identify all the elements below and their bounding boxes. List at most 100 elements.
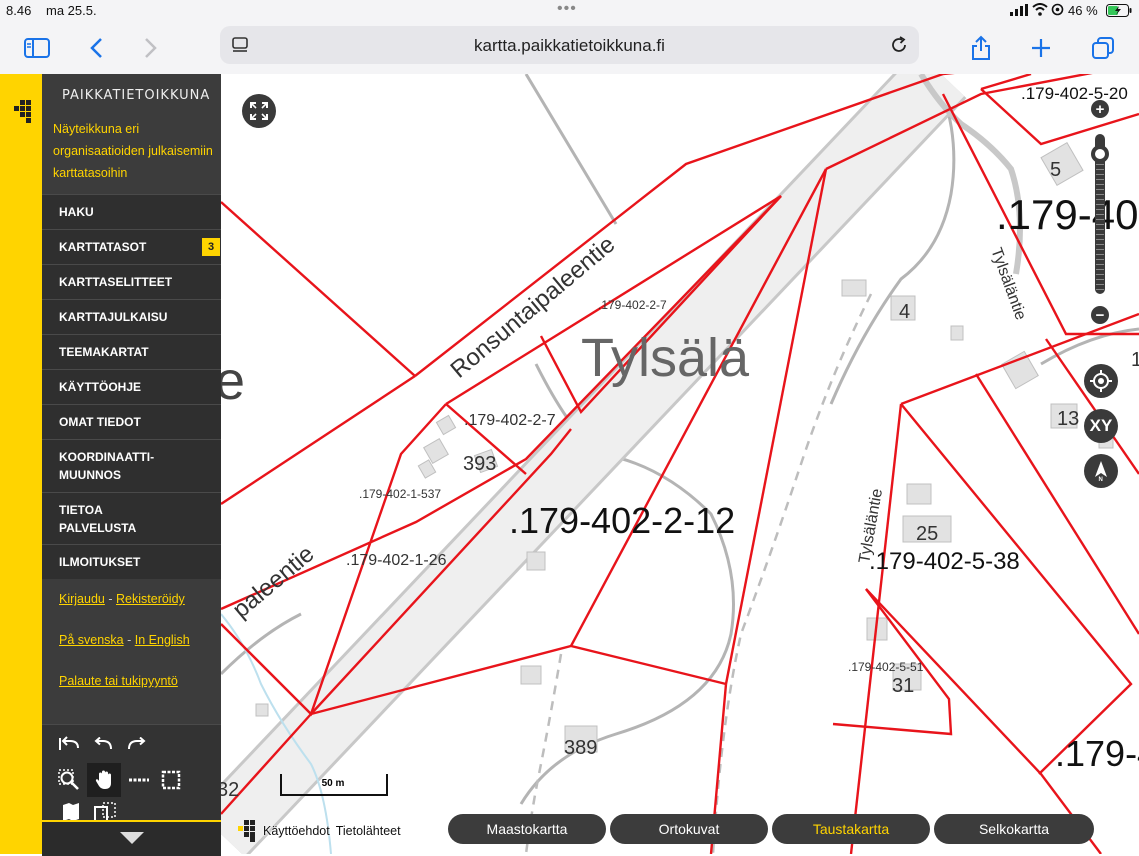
north-arrow-icon: N bbox=[1095, 461, 1107, 482]
url-text: kartta.paikkatietoikkuna.fi bbox=[474, 36, 665, 55]
parcel-id: .179-402-2-7 bbox=[598, 298, 667, 312]
parcel-id: .179-402-5-51 bbox=[848, 660, 924, 674]
wifi-icon bbox=[1032, 3, 1048, 19]
zoom-in-icon[interactable]: + bbox=[1091, 100, 1109, 118]
auth-links: Kirjaudu - Rekisteröidy bbox=[59, 592, 185, 606]
building bbox=[1001, 350, 1039, 390]
status-time: 8.46 bbox=[6, 3, 32, 18]
building bbox=[1040, 141, 1084, 187]
parcel-id: .179-402-1-537 bbox=[359, 487, 441, 501]
menu-label: KÄYTTÖOHJE bbox=[59, 380, 142, 394]
browser-toolbar: kartta.paikkatietoikkuna.fi bbox=[0, 22, 1139, 75]
building bbox=[950, 325, 964, 341]
undo-icon[interactable] bbox=[88, 729, 118, 759]
menu-item-teemakartat[interactable]: TEEMAKARTAT bbox=[42, 334, 221, 369]
parcel-id: .179-402-2-12 bbox=[509, 500, 735, 541]
signal-icon bbox=[1010, 4, 1028, 19]
address-bar[interactable]: kartta.paikkatietoikkuna.fi bbox=[220, 26, 919, 64]
map-view[interactable]: Ronsuntaipaleentie paleentie Tylsäläntie… bbox=[221, 74, 1139, 854]
basemap-taustakartta-button[interactable]: Taustakartta bbox=[772, 814, 930, 844]
sidebar: PAIKKATIETOIKKUNA Näyteikkuna eri organi… bbox=[42, 74, 221, 856]
coordinate-tool-button[interactable]: XY bbox=[1084, 409, 1118, 443]
house-number: 4 bbox=[899, 301, 910, 323]
zoom-slider[interactable]: + − bbox=[1088, 100, 1112, 330]
label-fragment: e bbox=[221, 351, 245, 411]
swedish-link[interactable]: På svenska bbox=[59, 633, 124, 647]
building bbox=[435, 414, 457, 436]
menu-item-kayttoohje[interactable]: KÄYTTÖOHJE bbox=[42, 369, 221, 404]
logo-icon bbox=[10, 100, 34, 131]
basemap-ortokuvat-button[interactable]: Ortokuvat bbox=[610, 814, 768, 844]
link-separator: - bbox=[127, 633, 132, 647]
app-title: PAIKKATIETOIKKUNA bbox=[62, 88, 211, 103]
zoom-handle[interactable] bbox=[1091, 145, 1109, 164]
house-number: 32 bbox=[221, 779, 239, 801]
fullscreen-button[interactable] bbox=[242, 94, 276, 128]
zoom-box-icon[interactable] bbox=[54, 765, 84, 795]
measure-area-icon[interactable] bbox=[156, 765, 186, 795]
building bbox=[255, 703, 269, 717]
sidebar-collapse[interactable] bbox=[42, 820, 221, 856]
terms-link[interactable]: Käyttöehdot bbox=[263, 824, 330, 838]
menu-label: TEEMAKARTAT bbox=[59, 345, 149, 359]
menu-label: KOORDINAATTI- MUUNNOS bbox=[59, 450, 155, 482]
menu-item-karttaselitteet[interactable]: KARTTASELITTEET bbox=[42, 264, 221, 299]
house-number: 25 bbox=[916, 523, 938, 545]
building bbox=[841, 279, 867, 297]
basemap-selkokartta-button[interactable]: Selkokartta bbox=[934, 814, 1094, 844]
house-number: 31 bbox=[892, 675, 914, 697]
reload-icon[interactable] bbox=[889, 35, 909, 60]
svg-text:N: N bbox=[1099, 477, 1103, 482]
back-icon[interactable] bbox=[79, 31, 113, 65]
chevron-down-icon bbox=[120, 832, 144, 844]
layer-count-badge: 3 bbox=[202, 238, 220, 256]
building bbox=[520, 665, 542, 685]
menu-label: OMAT TIEDOT bbox=[59, 415, 141, 429]
multitask-dots-icon[interactable]: ••• bbox=[557, 0, 577, 18]
status-date: ma 25.5. bbox=[46, 3, 97, 18]
data-sources-link[interactable]: Tietolähteet bbox=[336, 824, 401, 838]
building bbox=[423, 438, 449, 464]
forward-icon[interactable] bbox=[134, 31, 168, 65]
feedback-link[interactable]: Palaute tai tukipyyntö bbox=[59, 674, 178, 688]
parcel-id: .179-402-1-26 bbox=[346, 552, 447, 569]
menu-item-tietoa-palvelusta[interactable]: TIETOA PALVELUSTA bbox=[42, 492, 221, 544]
new-tab-icon[interactable] bbox=[1024, 31, 1058, 65]
house-number: 393 bbox=[463, 453, 496, 475]
building bbox=[906, 483, 932, 505]
map-print-icon[interactable] bbox=[56, 801, 86, 821]
register-link[interactable]: Rekisteröidy bbox=[116, 592, 185, 606]
basemap-maastokartta-button[interactable]: Maastokartta bbox=[448, 814, 606, 844]
menu-item-ilmoitukset[interactable]: ILMOITUKSET bbox=[42, 544, 221, 579]
share-icon[interactable] bbox=[964, 31, 998, 65]
building bbox=[526, 551, 546, 571]
menu-item-haku[interactable]: HAKU bbox=[42, 194, 221, 229]
menu-item-karttajulkaisu[interactable]: KARTTAJULKAISU bbox=[42, 299, 221, 334]
battery-icon bbox=[1106, 4, 1132, 20]
logo-icon bbox=[238, 820, 255, 842]
menu-label: KARTTAJULKAISU bbox=[59, 310, 168, 324]
menu-item-omat-tiedot[interactable]: OMAT TIEDOT bbox=[42, 404, 221, 439]
house-number: 5 bbox=[1050, 159, 1061, 181]
reset-view-icon[interactable] bbox=[54, 729, 84, 759]
zoom-out-icon[interactable]: − bbox=[1091, 306, 1109, 324]
login-link[interactable]: Kirjaudu bbox=[59, 592, 105, 606]
select-area-icon[interactable] bbox=[90, 801, 120, 821]
menu-item-karttatasot[interactable]: KARTTATASOT 3 bbox=[42, 229, 221, 264]
redo-icon[interactable] bbox=[122, 729, 152, 759]
feedback-links: Palaute tai tukipyyntö bbox=[59, 674, 178, 688]
scale-bar: 50 m bbox=[280, 774, 388, 796]
tabs-icon[interactable] bbox=[1086, 31, 1120, 65]
parcel-boundary bbox=[849, 403, 903, 854]
pan-hand-icon[interactable] bbox=[87, 763, 121, 797]
menu-item-koordinaattimuunnos[interactable]: KOORDINAATTI- MUUNNOS bbox=[42, 439, 221, 492]
sidebar-toggle-icon[interactable] bbox=[20, 31, 54, 65]
measure-line-icon[interactable] bbox=[124, 765, 154, 795]
my-location-button[interactable] bbox=[1084, 364, 1118, 398]
app-description: Näyteikkuna eri organisaatioiden julkais… bbox=[53, 122, 213, 180]
compass-button[interactable]: N bbox=[1084, 454, 1118, 488]
english-link[interactable]: In English bbox=[135, 633, 190, 647]
house-number: 389 bbox=[564, 737, 597, 759]
crosshair-icon bbox=[1090, 370, 1112, 392]
road-surface bbox=[221, 74, 965, 854]
